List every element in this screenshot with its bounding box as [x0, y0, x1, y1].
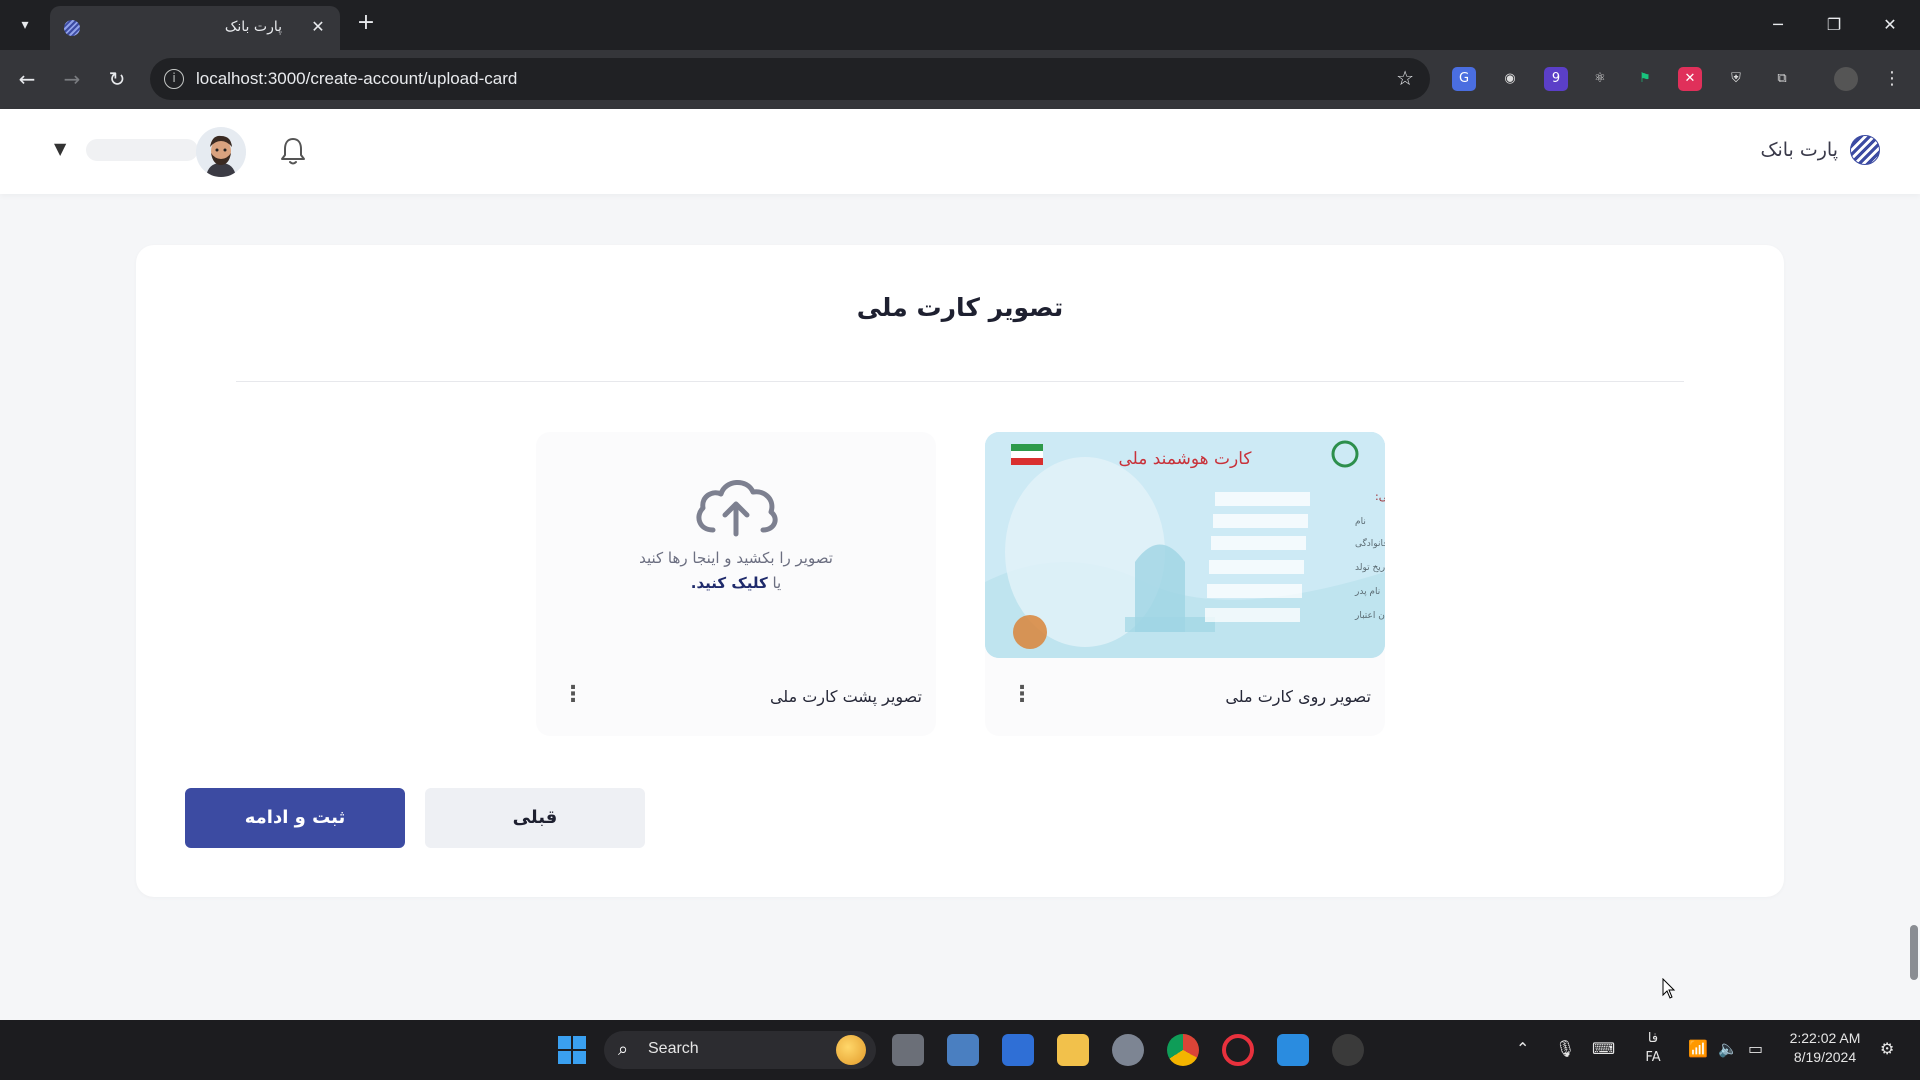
kebab-menu-icon[interactable]: ⋮	[562, 682, 584, 708]
profile-avatar-icon[interactable]	[1834, 67, 1858, 91]
back-card-label: تصویر پشت کارت ملی	[769, 687, 922, 706]
taskbar-clock[interactable]: 2:22:02 AM 8/19/2024	[1780, 1029, 1870, 1067]
react-devtools-icon[interactable]: ⚛	[1588, 67, 1612, 91]
site-info-icon[interactable]: i	[164, 69, 184, 89]
user-name-placeholder[interactable]	[86, 139, 198, 161]
card-title-text: کارت هوشمند ملی	[1118, 449, 1252, 469]
brand[interactable]: پارت بانک	[1760, 135, 1880, 165]
bookmark-star-icon[interactable]: ☆	[1396, 66, 1414, 90]
card-field-father: نام پدر	[1354, 587, 1380, 597]
back-button[interactable]: ←	[12, 64, 42, 94]
translate-extension-icon[interactable]: G	[1452, 67, 1476, 91]
back-card-upload[interactable]: تصویر را بکشید و اینجا رها کنید یا کلیک …	[536, 432, 936, 736]
input-language-indicator[interactable]: فا FA	[1640, 1029, 1666, 1067]
volume-icon[interactable]: 🔈	[1718, 1039, 1738, 1058]
address-bar[interactable]: i localhost:3000/create-account/upload-c…	[150, 58, 1430, 100]
kebab-menu-icon[interactable]: ⋮	[1011, 682, 1033, 708]
tray-overflow-icon[interactable]: ⌃	[1516, 1039, 1529, 1058]
clock-date: 8/19/2024	[1793, 1049, 1857, 1065]
file-explorer-icon[interactable]	[1057, 1034, 1089, 1066]
taskbar-search-label: Search	[648, 1040, 699, 1057]
mouse-cursor-icon	[1662, 977, 1676, 1000]
wifi-icon[interactable]: 📶	[1688, 1039, 1708, 1058]
tab-favicon-icon	[64, 20, 80, 36]
close-window-button[interactable]: ✕	[1870, 10, 1910, 40]
store-app-icon[interactable]	[1002, 1034, 1034, 1066]
upload-card-panel: تصویر کارت ملی کارت هوشمند ملی ی: نام ان…	[136, 245, 1784, 897]
card-field-name: نام	[1355, 517, 1366, 527]
drop-or-text: یا	[772, 574, 782, 592]
keyboard-icon[interactable]: ⌨	[1592, 1039, 1615, 1058]
chrome-app-icon[interactable]	[1167, 1034, 1199, 1066]
vscode-app-icon[interactable]	[1277, 1034, 1309, 1066]
new-tab-button[interactable]: +	[352, 10, 380, 38]
chevron-down-icon[interactable]: ▼	[54, 139, 66, 158]
reload-button[interactable]: ↻	[102, 64, 132, 94]
tab-search-button[interactable]: ▾	[10, 10, 40, 40]
front-card-label: تصویر روی کارت ملی	[1225, 687, 1371, 706]
lang-top: فا	[1647, 1031, 1659, 1046]
tab-title: پارت بانک	[224, 19, 282, 35]
card-field-label: شماره ملی:	[1375, 490, 1385, 503]
drop-zone[interactable]: تصویر را بکشید و اینجا رها کنید یا کلیک …	[536, 432, 936, 658]
front-card-upload[interactable]: کارت هوشمند ملی شماره ملی: نام نام خانوا…	[985, 432, 1385, 736]
browser-menu-icon[interactable]: ⋮	[1880, 67, 1904, 91]
opera-app-icon[interactable]	[1222, 1034, 1254, 1066]
windows-start-icon[interactable]	[556, 1034, 588, 1066]
divider	[236, 381, 1684, 382]
shield-extension-icon[interactable]: ⛨	[1724, 67, 1748, 91]
battery-icon[interactable]: ▭	[1748, 1039, 1763, 1058]
flag-extension-icon[interactable]: ⚑	[1633, 67, 1657, 91]
avatar[interactable]	[196, 127, 246, 177]
page-title: تصویر کارت ملی	[856, 293, 1064, 322]
forward-button[interactable]: →	[57, 64, 87, 94]
national-card-front-image[interactable]: کارت هوشمند ملی شماره ملی: نام نام خانوا…	[985, 432, 1385, 658]
previous-button[interactable]: قبلی	[425, 788, 645, 848]
submit-continue-button[interactable]: ثبت و ادامه	[185, 788, 405, 848]
task-view-icon[interactable]	[892, 1034, 924, 1066]
extensions-puzzle-icon[interactable]: ⧉	[1770, 67, 1794, 91]
restore-button[interactable]: ❐	[1814, 10, 1854, 40]
browser-tab-bar: ▾ پارت بانک ✕ + ─ ❐ ✕	[0, 0, 1920, 50]
drop-instruction: تصویر را بکشید و اینجا رها کنید	[639, 549, 833, 567]
lang-bottom: FA	[1645, 1050, 1661, 1065]
app-header: پارت بانک ▼	[0, 109, 1920, 194]
x-extension-icon[interactable]: ✕	[1678, 67, 1702, 91]
tab-close-icon[interactable]: ✕	[308, 17, 328, 36]
recorder-app-icon[interactable]	[1332, 1034, 1364, 1066]
microphone-icon[interactable]: 🎙	[1555, 1039, 1575, 1058]
drop-instruction-line2: یا کلیک کنید.	[536, 574, 936, 592]
minimize-button[interactable]: ─	[1758, 10, 1798, 40]
extension-badge-icon[interactable]: 9	[1544, 67, 1568, 91]
cloud-upload-icon	[691, 472, 781, 542]
weather-widget-icon[interactable]	[836, 1035, 866, 1065]
browser-tab[interactable]: پارت بانک ✕	[50, 6, 340, 50]
card-field-expiry: پایان اعتبار	[1354, 611, 1385, 621]
settings-app-icon[interactable]	[1112, 1034, 1144, 1066]
clock-time: 2:22:02 AM	[1789, 1030, 1861, 1046]
url-text[interactable]: localhost:3000/create-account/upload-car…	[196, 69, 517, 89]
photos-app-icon[interactable]	[947, 1034, 979, 1066]
browser-toolbar: ← → ↻ i localhost:3000/create-account/up…	[0, 50, 1920, 109]
brand-logo-icon	[1850, 135, 1880, 165]
taskbar-search[interactable]: ⌕ Search	[604, 1031, 876, 1069]
page-scrollbar[interactable]	[1910, 925, 1918, 980]
os-taskbar: ⌕ Search ⌃ 🎙 ⌨ فا FA 📶 🔈 ▭ 2:22:02 AM 8/…	[0, 1020, 1920, 1080]
bell-icon[interactable]	[278, 135, 308, 167]
card-field-surname: نام خانوادگی	[1355, 537, 1385, 549]
brand-name: پارت بانک	[1760, 139, 1838, 161]
camera-extension-icon[interactable]: ◉	[1498, 67, 1522, 91]
notifications-icon[interactable]: ⚙	[1880, 1039, 1894, 1058]
card-field-birthdate: تاریخ تولد	[1355, 563, 1385, 573]
search-icon: ⌕	[618, 1039, 629, 1060]
click-to-upload-link[interactable]: کلیک کنید.	[691, 574, 768, 592]
